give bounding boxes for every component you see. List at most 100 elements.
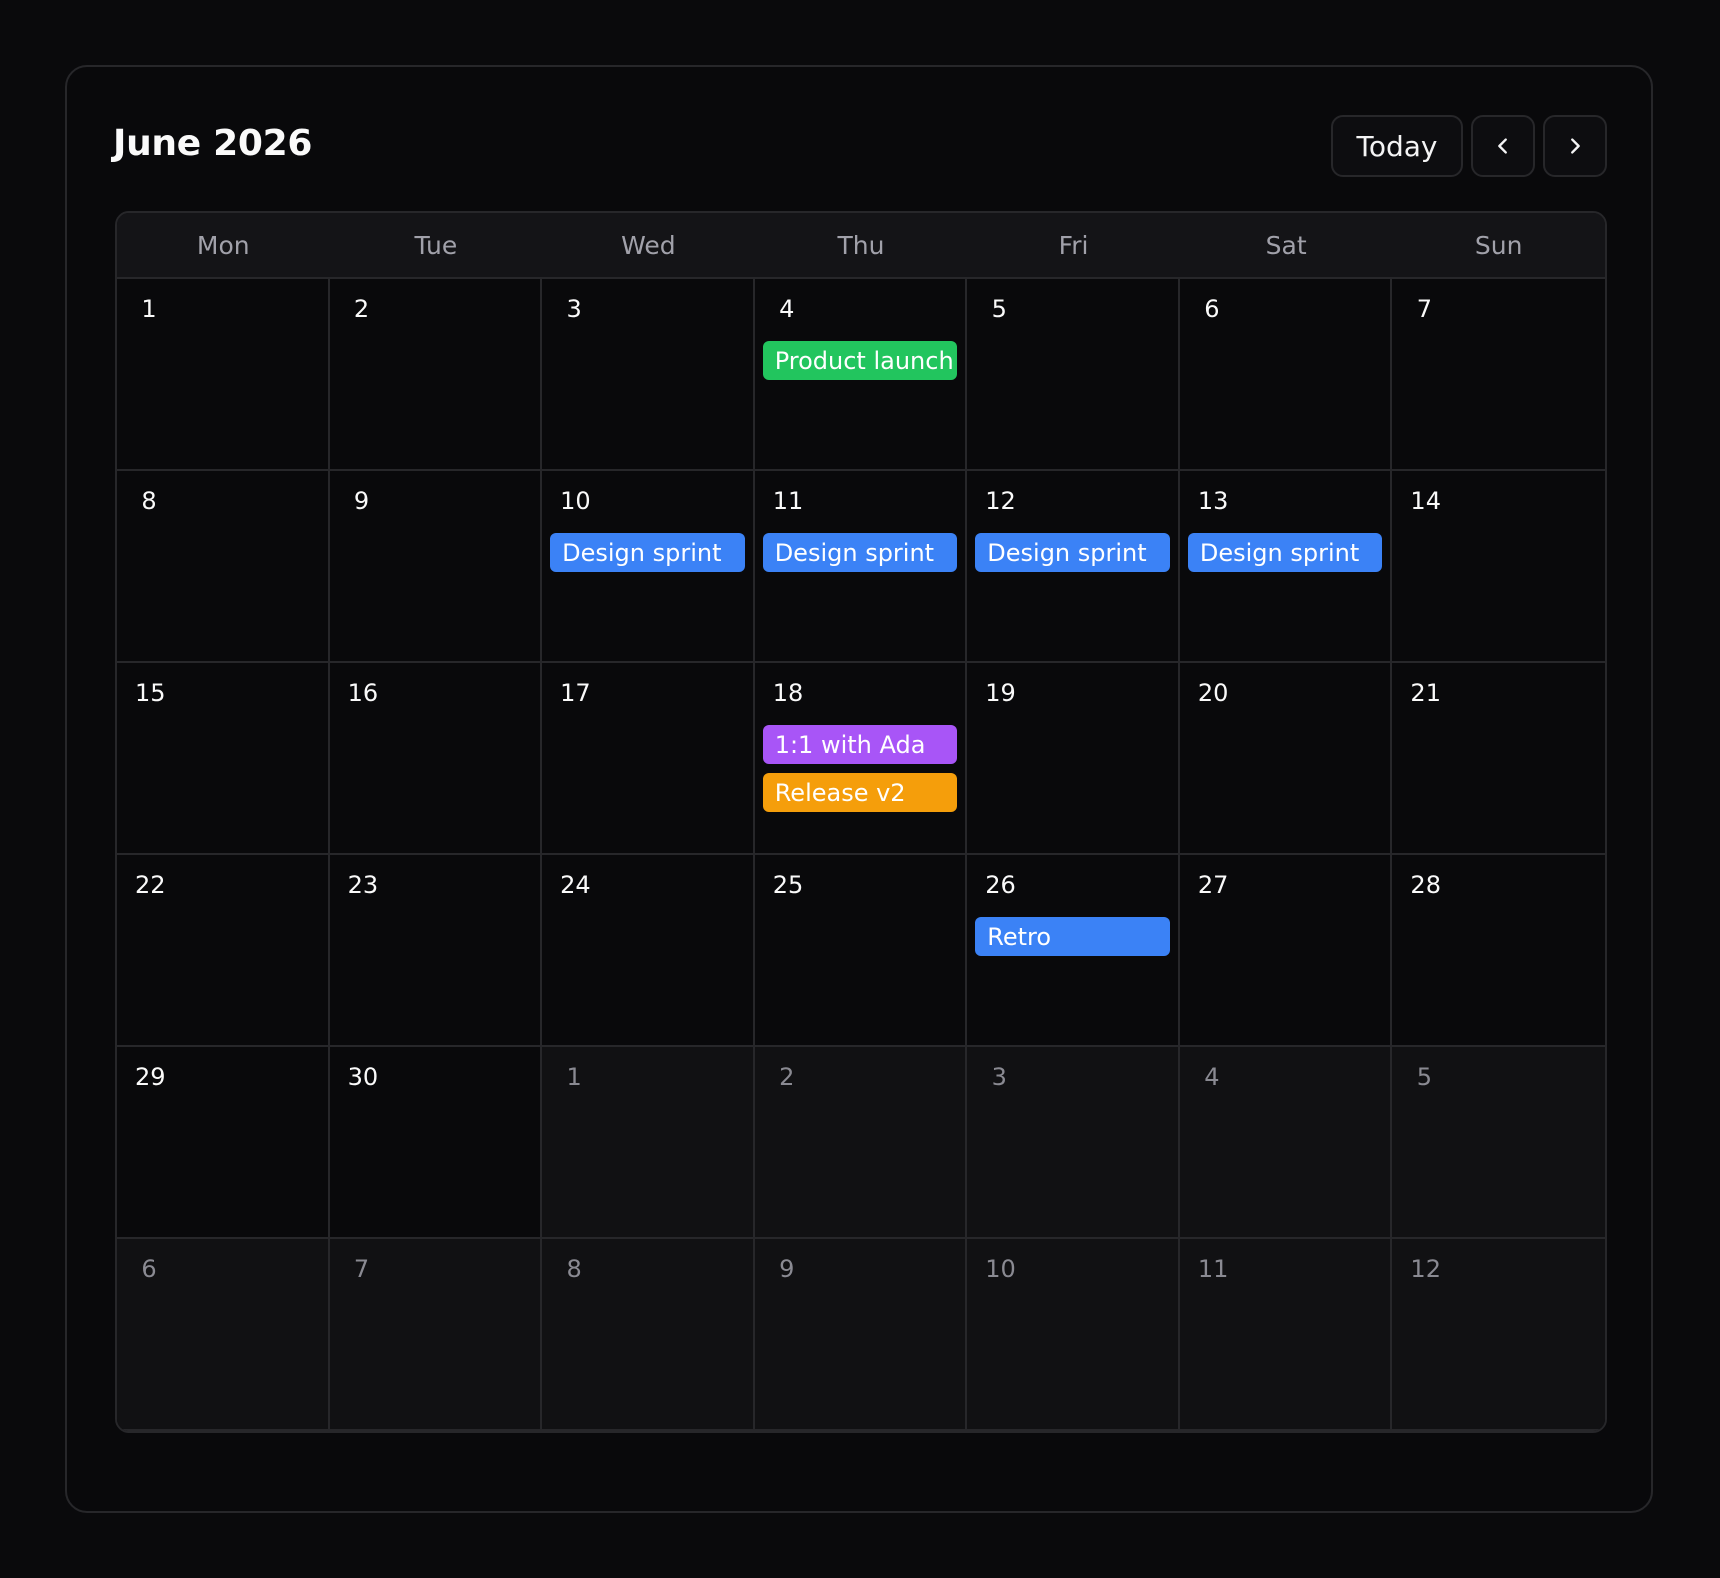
day-cell[interactable]: 13 Design sprint (1179, 471, 1393, 663)
day-number: 14 (1410, 487, 1441, 515)
event-chip[interactable]: 1:1 with Ada (762, 725, 958, 764)
day-number: 24 (560, 871, 591, 899)
day-number: 10 (560, 487, 591, 515)
day-cell[interactable]: 27 (1179, 855, 1393, 1047)
day-number: 11 (772, 487, 804, 515)
event-chip[interactable]: Design sprint (975, 533, 1170, 572)
day-cell-outside-month[interactable]: 12 (1392, 1239, 1605, 1431)
day-cell-outside-month[interactable]: 7 (329, 1239, 543, 1431)
day-number: 12 (1410, 1255, 1441, 1283)
day-cell[interactable]: 2 (329, 279, 543, 471)
day-cell[interactable]: 18 1:1 with Ada Release v2 (754, 663, 968, 855)
event-chip[interactable]: Retro (975, 917, 1170, 956)
day-number: 7 (1416, 295, 1433, 323)
event-list: Design sprint (975, 533, 1170, 572)
days-grid: 1 2 3 4 Product launch 5 6 7 8 9 10 Design sprint 11… (117, 279, 1605, 1431)
month-grid: Mon Tue Wed Thu Fri Sat Sun 1 2 3 4 Product launch… (115, 211, 1607, 1433)
day-cell[interactable]: 16 (329, 663, 543, 855)
day-cell[interactable]: 24 (542, 855, 755, 1047)
event-chip[interactable]: Design sprint (1187, 533, 1383, 572)
day-number: 5 (1416, 1063, 1433, 1091)
day-cell[interactable]: 7 (1392, 279, 1605, 471)
day-number: 29 (135, 1063, 166, 1091)
weekday-label: Fri (1058, 230, 1089, 260)
day-number: 1 (566, 1063, 582, 1091)
day-cell[interactable]: 6 (1179, 279, 1393, 471)
day-number: 9 (779, 1255, 795, 1283)
event-chip[interactable]: Design sprint (550, 533, 745, 572)
day-number: 30 (347, 1063, 379, 1091)
today-button[interactable]: Today (1331, 115, 1463, 177)
day-cell[interactable]: 5 (967, 279, 1180, 471)
day-number: 28 (1410, 871, 1441, 899)
day-cell[interactable]: 26 Retro (967, 855, 1180, 1047)
event-list: Product launch (762, 341, 958, 380)
day-number: 17 (560, 679, 591, 707)
day-number: 26 (985, 871, 1016, 899)
day-number: 9 (353, 487, 370, 515)
day-cell[interactable]: 21 (1392, 663, 1605, 855)
day-number: 4 (1204, 1063, 1220, 1091)
day-number: 21 (1410, 679, 1441, 707)
day-number: 3 (566, 295, 582, 323)
day-cell-outside-month[interactable]: 3 (967, 1047, 1180, 1239)
day-cell[interactable]: 30 (329, 1047, 543, 1239)
day-cell[interactable]: 19 (967, 663, 1180, 855)
day-cell[interactable]: 8 (117, 471, 330, 663)
weekday-label: Mon (196, 230, 250, 260)
day-number: 5 (991, 295, 1007, 323)
day-number: 6 (141, 1255, 157, 1283)
day-cell-outside-month[interactable]: 4 (1179, 1047, 1393, 1239)
day-number: 27 (1197, 871, 1229, 899)
day-number: 16 (347, 679, 379, 707)
day-cell[interactable]: 15 (117, 663, 330, 855)
day-cell[interactable]: 14 (1392, 471, 1605, 663)
day-cell[interactable]: 22 (117, 855, 330, 1047)
day-cell[interactable]: 20 (1179, 663, 1393, 855)
day-number: 22 (135, 871, 166, 899)
prev-month-button[interactable] (1471, 115, 1535, 177)
day-cell[interactable]: 9 (329, 471, 543, 663)
day-cell[interactable]: 10 Design sprint (542, 471, 755, 663)
day-cell-outside-month[interactable]: 9 (754, 1239, 968, 1431)
day-cell[interactable]: 17 (542, 663, 755, 855)
weekday-label: Sun (1474, 230, 1523, 260)
day-number: 10 (985, 1255, 1016, 1283)
day-cell-outside-month[interactable]: 5 (1392, 1047, 1605, 1239)
day-number: 3 (991, 1063, 1007, 1091)
day-number: 1 (141, 295, 157, 323)
day-cell[interactable]: 12 Design sprint (967, 471, 1180, 663)
event-list: Design sprint (550, 533, 745, 572)
day-number: 8 (566, 1255, 582, 1283)
event-chip[interactable]: Product launch (762, 341, 958, 380)
day-number: 12 (985, 487, 1016, 515)
weekday-label: Tue (414, 230, 458, 260)
day-number: 23 (347, 871, 379, 899)
day-cell[interactable]: 11 Design sprint (754, 471, 968, 663)
day-cell[interactable]: 29 (117, 1047, 330, 1239)
day-cell[interactable]: 1 (117, 279, 330, 471)
event-list: Design sprint (762, 533, 958, 572)
day-cell[interactable]: 3 (542, 279, 755, 471)
weekday-label: Sat (1265, 230, 1307, 260)
day-cell-outside-month[interactable]: 10 (967, 1239, 1180, 1431)
event-chip[interactable]: Design sprint (762, 533, 958, 572)
day-cell[interactable]: 4 Product launch (754, 279, 968, 471)
day-cell-outside-month[interactable]: 1 (542, 1047, 755, 1239)
day-number: 20 (1197, 679, 1229, 707)
day-number: 18 (772, 679, 804, 707)
day-number: 4 (779, 295, 795, 323)
event-chip[interactable]: Release v2 (762, 773, 958, 812)
day-cell[interactable]: 25 (754, 855, 968, 1047)
next-month-button[interactable] (1543, 115, 1607, 177)
day-cell-outside-month[interactable]: 6 (117, 1239, 330, 1431)
day-cell-outside-month[interactable]: 2 (754, 1047, 968, 1239)
day-number: 2 (353, 295, 370, 323)
day-cell[interactable]: 28 (1392, 855, 1605, 1047)
day-number: 11 (1197, 1255, 1229, 1283)
day-cell-outside-month[interactable]: 11 (1179, 1239, 1393, 1431)
day-number: 13 (1197, 487, 1229, 515)
day-cell[interactable]: 23 (329, 855, 543, 1047)
day-cell-outside-month[interactable]: 8 (542, 1239, 755, 1431)
day-number: 15 (135, 679, 166, 707)
